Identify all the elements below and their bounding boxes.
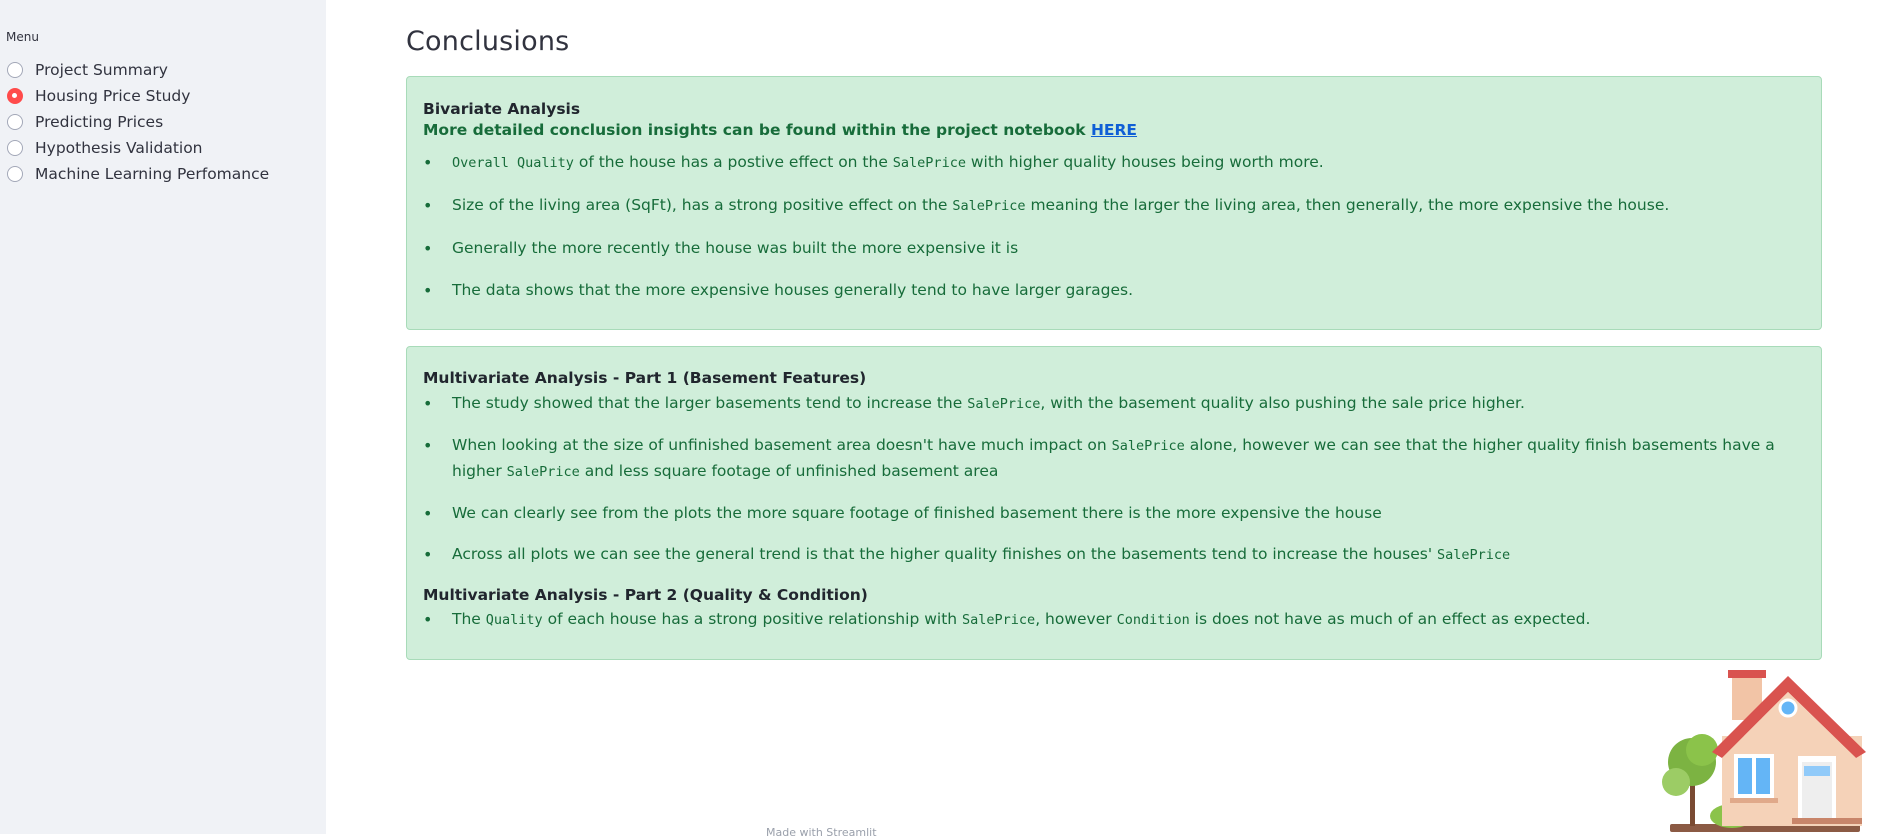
multivariate-success-box: Multivariate Analysis - Part 1 (Basement… [406, 346, 1822, 660]
notebook-note-text: More detailed conclusion insights can be… [423, 121, 1091, 139]
radio-button[interactable] [7, 166, 23, 182]
page-title: Conclusions [406, 26, 570, 57]
sidebar: Menu Project Summary Housing Price Study… [0, 0, 326, 834]
list-item: Across all plots we can see the general … [423, 542, 1805, 568]
list-text: , with the basement quality also pushing… [1040, 394, 1525, 412]
radio-button[interactable] [7, 140, 23, 156]
multivariate-part1-heading: Multivariate Analysis - Part 1 (Basement… [423, 369, 867, 387]
menu-item-label: Project Summary [35, 61, 168, 79]
list-text: , however [1035, 610, 1117, 628]
menu-item-predicting-prices[interactable]: Predicting Prices [7, 109, 269, 135]
list-text: of each house has a strong positive rela… [542, 610, 963, 628]
menu-item-label: Machine Learning Perfomance [35, 165, 270, 183]
list-text: is does not have as much of an effect as… [1189, 610, 1591, 628]
notebook-link[interactable]: HERE [1091, 121, 1137, 139]
list-text: When looking at the size of unfinished b… [452, 436, 1112, 454]
list-text: Across all plots we can see the general … [452, 545, 1438, 563]
list-item: The study showed that the larger basemen… [423, 391, 1805, 417]
menu-item-ml-performance[interactable]: Machine Learning Perfomance [7, 161, 269, 187]
house-icon [1662, 670, 1866, 832]
bivariate-heading: Bivariate Analysis [423, 100, 581, 118]
menu-item-label: Housing Price Study [35, 87, 191, 105]
menu-radio-group: Project Summary Housing Price Study Pred… [7, 57, 269, 187]
bivariate-success-box: Bivariate Analysis More detailed conclus… [406, 76, 1822, 330]
list-item: Size of the living area (SqFt), has a st… [423, 193, 1805, 219]
list-item: Overall Quality of the house has a posti… [423, 150, 1805, 176]
inline-code: SalePrice [952, 198, 1026, 214]
multivariate-part2-heading: Multivariate Analysis - Part 2 (Quality … [423, 586, 868, 604]
radio-button-selected[interactable] [7, 88, 23, 104]
list-text: Size of the living area (SqFt), has a st… [452, 196, 953, 214]
list-text: The [452, 610, 486, 628]
inline-code: SalePrice [962, 612, 1036, 628]
footer-text: Made with Streamlit [766, 826, 877, 839]
list-text: The study showed that the larger basemen… [452, 394, 968, 412]
inline-code: SalePrice [1437, 547, 1511, 563]
menu-item-hypothesis-validation[interactable]: Hypothesis Validation [7, 135, 269, 161]
list-text: with higher quality houses being worth m… [965, 153, 1324, 171]
radio-button[interactable] [7, 114, 23, 130]
inline-code: SalePrice [1111, 438, 1185, 454]
menu-item-label: Hypothesis Validation [35, 139, 203, 157]
menu-item-label: Predicting Prices [35, 113, 164, 131]
radio-button[interactable] [7, 62, 23, 78]
inline-code: SalePrice [892, 155, 966, 171]
notebook-note: More detailed conclusion insights can be… [423, 121, 1805, 139]
list-item: The data shows that the more expensive h… [423, 278, 1805, 303]
inline-code: SalePrice [967, 396, 1041, 412]
list-item: We can clearly see from the plots the mo… [423, 501, 1805, 526]
menu-item-housing-price-study[interactable]: Housing Price Study [7, 83, 269, 109]
list-text: of the house has a postive effect on the [573, 153, 893, 171]
inline-code: Condition [1116, 612, 1190, 628]
list-text: and less square footage of unfinished ba… [579, 462, 999, 480]
list-item: When looking at the size of unfinished b… [423, 433, 1805, 485]
list-text: meaning the larger the living area, then… [1025, 196, 1670, 214]
inline-code: Overall Quality [452, 155, 574, 171]
menu-item-project-summary[interactable]: Project Summary [7, 57, 269, 83]
list-item: Generally the more recently the house wa… [423, 236, 1805, 261]
menu-title: Menu [6, 30, 39, 44]
inline-code: SalePrice [506, 464, 580, 480]
inline-code: Quality [485, 612, 543, 628]
list-item: The Quality of each house has a strong p… [423, 607, 1805, 633]
